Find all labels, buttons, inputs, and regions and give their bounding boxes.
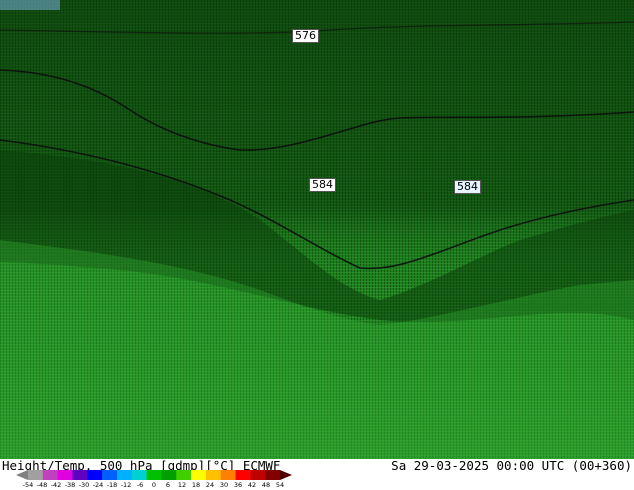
colorbar-swatch	[205, 470, 222, 480]
temperature-field-map	[0, 0, 634, 459]
colorbar-arrow-low	[16, 470, 28, 480]
colorbar-swatch	[265, 470, 281, 480]
colorbar-tick-label: -42	[50, 481, 62, 489]
colorbar-tick-label: 54	[275, 481, 285, 489]
contour-label-584: 584	[309, 178, 336, 192]
colorbar-arrow-high	[280, 470, 292, 480]
colorbar-tick-label: -24	[92, 481, 104, 489]
colorbar-tick-label: -12	[120, 481, 132, 489]
temperature-colorbar	[16, 470, 292, 480]
colorbar-tick-label: -38	[64, 481, 76, 489]
colorbar-swatch	[42, 470, 58, 480]
colorbar-swatch	[131, 470, 147, 480]
colorbar-swatch	[72, 470, 88, 480]
colorbar-tick-label: -54	[22, 481, 34, 489]
forecast-map-view: 576 584 584 Height/Temp. 500 hPa [gdmp][…	[0, 0, 634, 490]
colorbar-tick-label: -18	[106, 481, 118, 489]
colorbar-swatch	[87, 470, 103, 480]
colorbar-swatch	[161, 470, 177, 480]
contour-label-584-second: 584	[454, 180, 481, 194]
cold-corner-patch	[0, 0, 60, 10]
colorbar-tick-label: 0	[151, 481, 157, 489]
colorbar-tick-label: 24	[205, 481, 215, 489]
colorbar-tick-label: -6	[136, 481, 144, 489]
colorbar-swatch	[191, 470, 207, 480]
colorbar-tick-label: 42	[247, 481, 257, 489]
colorbar-tick-label: 12	[177, 481, 187, 489]
colorbar-swatch	[250, 470, 266, 480]
colorbar-swatch	[176, 470, 192, 480]
colorbar-swatch	[102, 470, 118, 480]
contour-label-576: 576	[292, 29, 319, 43]
colorbar-swatch	[57, 470, 73, 480]
colorbar-tick-label: 36	[233, 481, 243, 489]
colorbar-tick-label: 6	[165, 481, 171, 489]
colorbar-swatch	[220, 470, 236, 480]
colorbar-swatch	[235, 470, 251, 480]
colorbar-tick-label: 30	[219, 481, 229, 489]
valid-time: Sa 29-03-2025 00:00 UTC (00+360)	[391, 458, 632, 473]
colorbar-tick-labels: -54 -48 -42 -38 -30 -24 -18 -12 -6 0 6 12 18 24 30 36 42…	[16, 481, 292, 490]
colorbar-swatch	[28, 470, 44, 480]
colorbar-tick-label: 18	[191, 481, 201, 489]
colorbar-swatch	[146, 470, 162, 480]
colorbar-swatch	[116, 470, 133, 480]
colorbar-tick-label: -30	[78, 481, 90, 489]
colorbar-tick-label: -48	[36, 481, 48, 489]
colorbar-tick-label: 48	[261, 481, 271, 489]
